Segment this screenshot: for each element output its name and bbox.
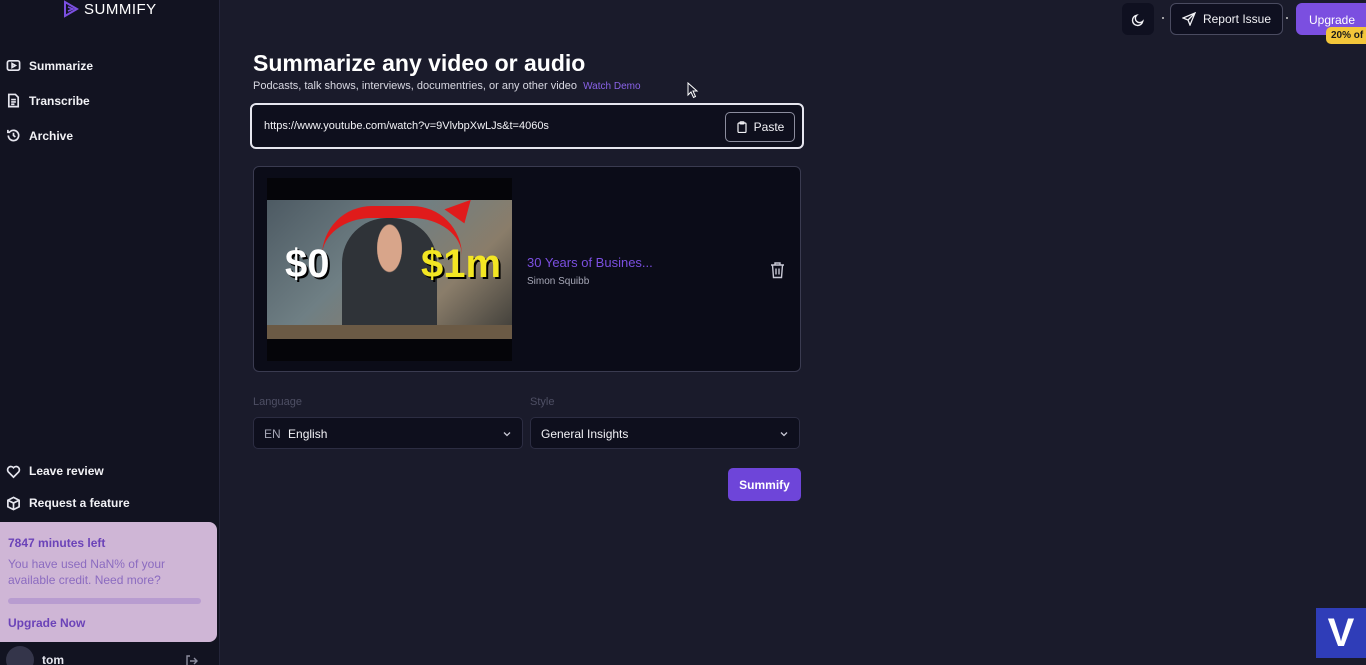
summify-button[interactable]: Summify <box>728 468 801 501</box>
logout-icon[interactable] <box>185 654 199 665</box>
clipboard-icon <box>737 121 747 133</box>
credit-description: You have used NaN% of your available cre… <box>8 557 165 587</box>
sidebar-item-summarize[interactable]: Summarize <box>0 48 220 83</box>
page-subtitle: Podcasts, talk shows, interviews, docume… <box>253 80 641 92</box>
url-input[interactable]: https://www.youtube.com/watch?v=9VlvbpXw… <box>264 120 549 132</box>
language-code: EN <box>264 427 281 441</box>
sidebar-item-transcribe[interactable]: Transcribe <box>0 83 220 118</box>
heart-icon <box>6 465 21 478</box>
language-label: Language <box>253 396 302 408</box>
paste-label: Paste <box>753 120 785 134</box>
puzzle-icon <box>7 495 20 511</box>
sidebar-item-label: Request a feature <box>29 496 130 510</box>
sidebar-item-label: Leave review <box>29 464 104 478</box>
paste-button[interactable]: Paste <box>725 112 795 142</box>
sidebar-bottom-links: Leave review Request a feature <box>0 455 220 519</box>
chevron-down-icon <box>780 432 788 437</box>
avatar <box>6 646 34 665</box>
style-select[interactable]: General Insights <box>530 417 800 449</box>
app-name: SUMMIFY <box>84 0 157 18</box>
report-issue-label: Report Issue <box>1202 12 1272 26</box>
sidebar-item-label: Archive <box>29 128 74 143</box>
logo-icon <box>64 0 79 18</box>
credit-card: 7847 minutes left You have used NaN% of … <box>0 522 217 642</box>
video-card: $0 $1m 30 Years of Busines... Simon Squi… <box>253 166 801 372</box>
url-input-box[interactable]: https://www.youtube.com/watch?v=9VlvbpXw… <box>250 103 804 149</box>
moon-icon <box>1131 13 1144 26</box>
thumbnail-right-text: $1m <box>421 242 502 286</box>
play-square-icon <box>6 59 21 72</box>
watch-demo-link[interactable]: Watch Demo <box>583 81 640 92</box>
sidebar-item-label: Summarize <box>29 58 94 73</box>
upgrade-now-link[interactable]: Upgrade Now <box>8 616 209 630</box>
sidebar-item-archive[interactable]: Archive <box>0 118 220 153</box>
sidebar-item-leave-review[interactable]: Leave review <box>0 455 220 487</box>
style-label: Style <box>530 396 555 408</box>
user-row[interactable]: tom <box>0 646 220 665</box>
page-title: Summarize any video or audio <box>253 50 586 76</box>
sidebar-item-request-feature[interactable]: Request a feature <box>0 487 220 519</box>
credit-title: 7847 minutes left <box>8 536 106 550</box>
language-value: English <box>288 427 328 441</box>
sidebar: SUMMIFY Summarize Transcribe Archive Lea… <box>0 0 220 665</box>
video-thumbnail: $0 $1m <box>267 178 512 361</box>
report-issue-button[interactable]: Report Issue <box>1170 3 1283 35</box>
user-name: tom <box>42 653 64 665</box>
video-channel: Simon Squibb <box>527 276 590 287</box>
separator-dot <box>1162 17 1164 19</box>
trash-icon[interactable] <box>769 261 786 279</box>
sidebar-nav: Summarize Transcribe Archive <box>0 48 220 153</box>
chevron-down-icon <box>503 432 511 437</box>
theme-toggle-button[interactable] <box>1122 3 1154 35</box>
history-icon <box>7 129 20 142</box>
separator-dot <box>1286 17 1288 19</box>
thumbnail-left-text: $0 <box>285 242 330 286</box>
thumbnail-image: $0 $1m <box>267 199 512 339</box>
credit-progress-bar <box>8 598 201 604</box>
thumbnail-desk <box>267 325 512 339</box>
subtitle-text: Podcasts, talk shows, interviews, docume… <box>253 80 578 92</box>
language-select[interactable]: EN English <box>253 417 523 449</box>
discount-badge: 20% of <box>1326 27 1366 44</box>
app-logo[interactable]: SUMMIFY <box>62 0 157 18</box>
send-icon <box>1181 12 1196 26</box>
document-icon <box>7 93 20 108</box>
thumbnail-arrow-head <box>444 199 478 229</box>
style-value: General Insights <box>541 427 629 441</box>
corner-watermark-logo: V <box>1316 608 1366 658</box>
video-title[interactable]: 30 Years of Busines... <box>527 255 653 270</box>
sidebar-item-label: Transcribe <box>29 93 90 108</box>
mouse-cursor-icon <box>687 82 699 99</box>
